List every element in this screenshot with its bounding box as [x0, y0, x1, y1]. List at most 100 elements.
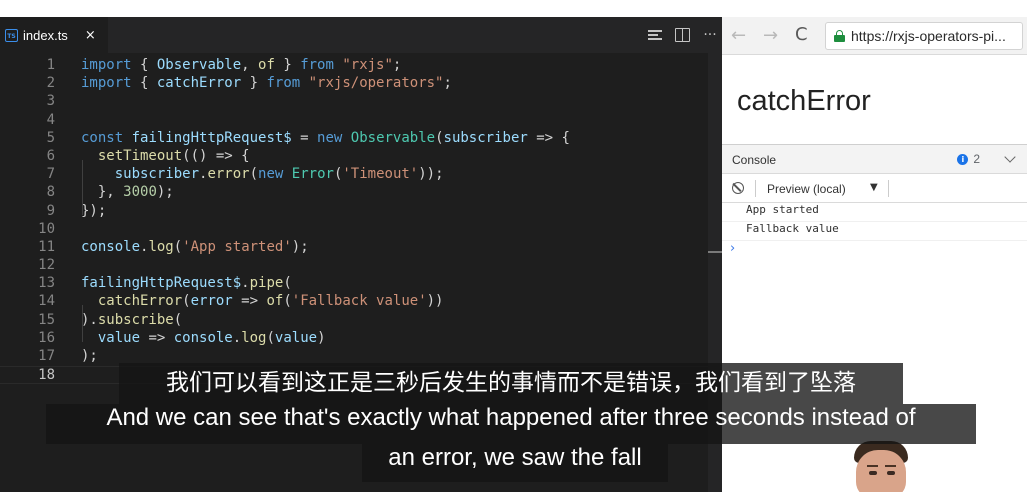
divider	[888, 180, 889, 197]
dropdown-arrow-icon[interactable]: ▼	[870, 182, 878, 193]
code-line[interactable]: 6 setTimeout(() => {	[0, 148, 708, 166]
tab-index-ts[interactable]: TS index.ts ×	[0, 17, 108, 53]
console-message: App started	[722, 203, 1027, 222]
code-text: import { Observable, of } from "rxjs";	[81, 57, 401, 73]
info-count-badge[interactable]: i 2	[957, 152, 980, 166]
code-text: }, 3000);	[81, 184, 174, 200]
line-number: 3	[46, 93, 55, 110]
code-text: subscriber.error(new Error('Timeout'));	[81, 166, 444, 182]
code-line[interactable]: 9});	[0, 203, 708, 221]
code-line[interactable]: 10	[0, 221, 708, 239]
code-token: subscribe	[97, 311, 174, 328]
line-number: 12	[38, 257, 55, 274]
tab-label: index.ts	[23, 27, 68, 43]
code-token: Observable	[156, 57, 242, 73]
code-line[interactable]: 4	[0, 112, 708, 130]
code-text: import { catchError } from "rxjs/operato…	[81, 75, 452, 91]
code-token: subscriber	[443, 129, 528, 146]
forward-button[interactable]: →	[763, 25, 778, 46]
code-line[interactable]: 3	[0, 93, 708, 111]
code-line[interactable]: 16 value => console.log(value)	[0, 330, 708, 348]
code-token: from	[266, 75, 301, 92]
code-line[interactable]: 13 failingHttpRequest$.pipe(	[0, 275, 708, 293]
code-line[interactable]: 12	[0, 257, 708, 275]
line-number: 4	[46, 111, 55, 128]
code-token: (	[182, 293, 191, 310]
code-token: =>	[140, 329, 174, 346]
code-text: setTimeout(() => {	[81, 148, 250, 164]
chevron-down-icon[interactable]	[1004, 151, 1016, 163]
code-token: failingHttpRequest$	[81, 275, 242, 292]
code-token: of	[266, 293, 284, 310]
code-text: value => console.log(value)	[81, 330, 326, 346]
code-line[interactable]: 14 catchError(error => of('Fallback valu…	[0, 293, 708, 311]
line-number: 15	[38, 311, 55, 328]
context-select[interactable]: Preview (local)	[767, 182, 846, 196]
line-number: 1	[46, 57, 55, 73]
code-token: subscriber	[114, 166, 200, 183]
code-token: error	[190, 293, 233, 310]
address-bar: ← → C https://rxjs-operators-pi...	[722, 17, 1027, 55]
close-icon[interactable]: ×	[85, 28, 96, 43]
line-number: 17	[38, 348, 55, 364]
code-token: {	[131, 57, 157, 73]
code-token: const	[81, 129, 124, 146]
code-token: => {	[527, 129, 570, 146]
subtitle-english-line2: an error, we saw the fall	[362, 444, 668, 482]
code-token: }	[274, 57, 301, 73]
tab-console[interactable]: Console	[732, 153, 776, 167]
divider	[755, 180, 756, 197]
back-button[interactable]: ←	[731, 25, 746, 46]
subtitle-english-line1: And we can see that's exactly what happe…	[46, 404, 976, 444]
console-header: Console i 2	[722, 145, 1027, 174]
line-number: 9	[46, 202, 55, 219]
code-line[interactable]: 1 import { Observable, of } from "rxjs";	[0, 57, 708, 75]
console-prompt[interactable]: ›	[722, 241, 1027, 261]
code-line[interactable]: 5 const failingHttpRequest$ = new Observa…	[0, 130, 708, 148]
line-number: 11	[38, 238, 55, 255]
code-token: log	[241, 329, 267, 346]
code-line[interactable]: 15).subscribe(	[0, 312, 708, 330]
line-number: 13	[38, 275, 55, 292]
code-line[interactable]: 11 console.log('App started');	[0, 239, 708, 257]
line-number: 6	[46, 147, 55, 164]
clear-console-icon[interactable]	[732, 182, 744, 194]
code-token: setTimeout	[97, 147, 183, 164]
code-line[interactable]: 7 subscriber.error(new Error('Timeout'))…	[0, 166, 708, 184]
code-token: log	[148, 238, 174, 255]
code-token: of	[258, 57, 275, 73]
code-token: failingHttpRequest$	[131, 129, 292, 146]
code-area[interactable]: 1 import { Observable, of } from "rxjs"; 2…	[0, 57, 708, 385]
code-token: },	[81, 184, 124, 201]
indent-guide	[82, 305, 83, 342]
info-count: 2	[973, 152, 980, 166]
code-token: Observable	[350, 129, 436, 146]
code-token: )	[317, 329, 326, 346]
code-text: );	[81, 348, 98, 364]
split-editor-icon[interactable]	[675, 28, 690, 42]
code-token: ;	[443, 75, 452, 92]
code-token: =	[291, 129, 318, 146]
code-token: (	[173, 238, 183, 255]
code-line[interactable]: 8 }, 3000);	[0, 184, 708, 202]
code-token: (	[173, 311, 183, 328]
reload-button[interactable]: C	[795, 24, 808, 45]
code-token: }	[241, 75, 267, 92]
code-token: (() => {	[182, 147, 250, 164]
line-number: 18	[38, 367, 55, 384]
outline-icon[interactable]	[647, 27, 663, 43]
code-token: import	[81, 57, 132, 73]
line-number: 8	[46, 184, 55, 201]
code-token: catchError	[156, 75, 242, 92]
code-token: value	[274, 329, 318, 346]
code-token: );	[81, 348, 98, 364]
code-line[interactable]: 2 import { catchError } from "rxjs/operat…	[0, 75, 708, 93]
code-token: "rxjs"	[342, 57, 393, 73]
more-icon[interactable]: ···	[702, 27, 718, 43]
code-token: 'Timeout'	[342, 166, 419, 183]
url-field[interactable]: https://rxjs-operators-pi...	[825, 22, 1023, 50]
